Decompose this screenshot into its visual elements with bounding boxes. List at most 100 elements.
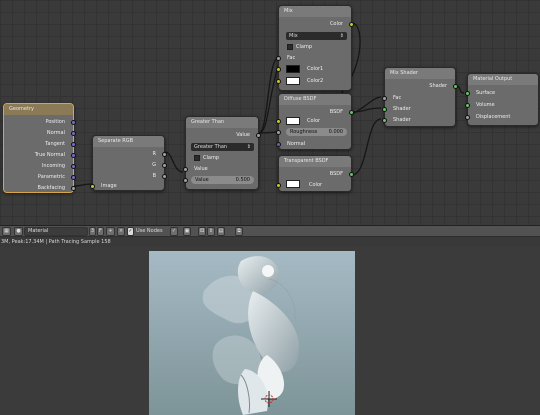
input-color2: Color2	[307, 78, 324, 84]
mix-clamp-label: Clamp	[296, 44, 312, 50]
blend-type-dropdown[interactable]: Mix ⇕	[286, 32, 347, 40]
material-selector[interactable]: Material	[24, 227, 88, 236]
render-status: 3M, Peak:17.34M | Path Tracing Sample 15…	[0, 237, 540, 247]
input-normal: Normal	[287, 141, 306, 147]
greater-than-node[interactable]: Greater Than Value Greater Than ⇕ Clamp …	[183, 116, 261, 190]
socket-color2[interactable]	[276, 79, 281, 84]
value-field-label: Value	[195, 177, 209, 183]
color2-swatch[interactable]	[286, 77, 300, 85]
geometry-node-title: Geometry	[4, 104, 73, 115]
diffuse-bsdf-node[interactable]: Diffuse BSDF BSDF Color Roughness 0.000 …	[276, 93, 354, 150]
diffuse-color-swatch[interactable]	[286, 117, 300, 125]
close-icon[interactable]: ×	[117, 227, 125, 236]
geometry-node[interactable]: Geometry Position Normal Tangent True No…	[3, 103, 76, 193]
copy-icon[interactable]: ⧉	[235, 227, 243, 236]
output-incoming: Incoming	[41, 163, 65, 169]
input-volume: Volume	[476, 102, 495, 108]
clamp-checkbox[interactable]	[194, 155, 200, 161]
output-normal: Normal	[46, 130, 65, 136]
separate-rgb-node[interactable]: Separate RGB R G B Image	[90, 135, 167, 191]
render-image	[149, 251, 355, 415]
use-nodes-label: Use Nodes	[136, 228, 163, 234]
diffuse-title: Diffuse BSDF	[279, 94, 351, 105]
socket-fac[interactable]	[276, 56, 281, 61]
snap-icon[interactable]: ⚃	[198, 227, 206, 236]
socket-tangent[interactable]	[71, 142, 76, 147]
socket-b[interactable]	[162, 174, 167, 179]
socket-g[interactable]	[162, 163, 167, 168]
blend-type-value: Mix	[289, 33, 298, 39]
socket-value-2[interactable]	[183, 178, 188, 183]
mix-shader-node[interactable]: Mix Shader Shader Fac Shader Shader	[382, 67, 458, 127]
fake-user-button[interactable]: F	[97, 227, 104, 236]
socket-transparent-color[interactable]	[276, 183, 281, 188]
node-editor-icon[interactable]: ▦	[2, 227, 11, 236]
chevron-down-icon: ⇕	[246, 144, 251, 150]
chevron-down-icon[interactable]: ⇕	[207, 227, 215, 236]
socket-value-out[interactable]	[256, 133, 261, 138]
color1-swatch[interactable]	[286, 65, 300, 73]
mix-clamp-checkbox[interactable]	[287, 44, 293, 50]
material-output-title: Material Output	[468, 74, 538, 85]
output-g: G	[152, 162, 156, 168]
operation-dropdown[interactable]: Greater Than ⇕	[191, 143, 254, 151]
socket-color1[interactable]	[276, 67, 281, 72]
socket-position[interactable]	[71, 120, 76, 125]
socket-color-out[interactable]	[349, 22, 354, 27]
socket-shader-2[interactable]	[382, 118, 387, 123]
transparent-bsdf-node[interactable]: Transparent BSDF BSDF Color	[276, 155, 354, 192]
input-surface: Surface	[476, 90, 496, 96]
socket-normal-in[interactable]	[276, 142, 281, 147]
socket-volume[interactable]	[465, 103, 470, 108]
input-shader-2: Shader	[393, 117, 411, 123]
input-displacement: Displacement	[476, 114, 511, 120]
roughness-value: 0.000	[328, 129, 343, 135]
output-b: B	[152, 173, 156, 179]
input-value-label: Value	[194, 166, 208, 172]
checkbox-icon[interactable]: ✓	[127, 227, 134, 236]
transparent-title: Transparent BSDF	[279, 156, 351, 167]
clamp-label: Clamp	[203, 155, 219, 161]
socket-bsdf-out[interactable]	[349, 110, 354, 115]
users-count[interactable]: 3	[89, 227, 96, 236]
material-output-node[interactable]: Material Output Surface Volume Displacem…	[465, 73, 539, 126]
node-editor-header: ▦ ● Material 3 F + × ✓ Use Nodes ✓ ▣ ⚃ ⇕…	[0, 225, 540, 237]
plus-icon[interactable]: +	[106, 227, 115, 236]
wire-r-value	[164, 151, 184, 173]
socket-backfacing[interactable]	[71, 186, 76, 191]
render-viewport[interactable]	[0, 247, 540, 415]
socket-incoming[interactable]	[71, 164, 76, 169]
mix-node[interactable]: Mix Color Mix ⇕ Clamp Fac Color1 Color2	[276, 5, 354, 91]
pin-icon[interactable]: ✓	[170, 227, 178, 236]
wire-diffuse-shader	[351, 107, 382, 113]
value-field[interactable]: Value 0.500	[191, 176, 254, 184]
socket-transparent-out[interactable]	[349, 172, 354, 177]
socket-mix-fac[interactable]	[382, 96, 387, 101]
socket-shader-out[interactable]	[453, 84, 458, 89]
socket-shader-1[interactable]	[382, 107, 387, 112]
output-parametric: Parametric	[37, 174, 65, 180]
sphere-icon[interactable]: ●	[14, 227, 23, 236]
input-image: Image	[101, 183, 117, 189]
socket-surface[interactable]	[465, 91, 470, 96]
output-color: Color	[329, 21, 343, 27]
output-transparent-bsdf: BSDF	[329, 171, 343, 177]
greater-than-title: Greater Than	[186, 117, 258, 128]
backdrop-icon[interactable]: ▣	[183, 227, 191, 236]
socket-image[interactable]	[90, 184, 95, 189]
chevron-down-icon: ⇕	[339, 33, 344, 39]
lock-icon[interactable]: ▤	[217, 227, 225, 236]
socket-normal[interactable]	[71, 131, 76, 136]
socket-true-normal[interactable]	[71, 153, 76, 158]
transparent-color-swatch[interactable]	[286, 180, 300, 188]
socket-displacement[interactable]	[465, 115, 470, 120]
output-position: Position	[45, 119, 65, 125]
socket-parametric[interactable]	[71, 175, 76, 180]
socket-r[interactable]	[162, 152, 167, 157]
socket-roughness[interactable]	[276, 130, 281, 135]
material-name: Material	[28, 228, 49, 234]
node-editor[interactable]: Geometry Position Normal Tangent True No…	[0, 0, 540, 225]
roughness-field[interactable]: Roughness 0.000	[286, 128, 347, 136]
socket-diffuse-color[interactable]	[276, 119, 281, 124]
socket-value-in[interactable]	[183, 167, 188, 172]
